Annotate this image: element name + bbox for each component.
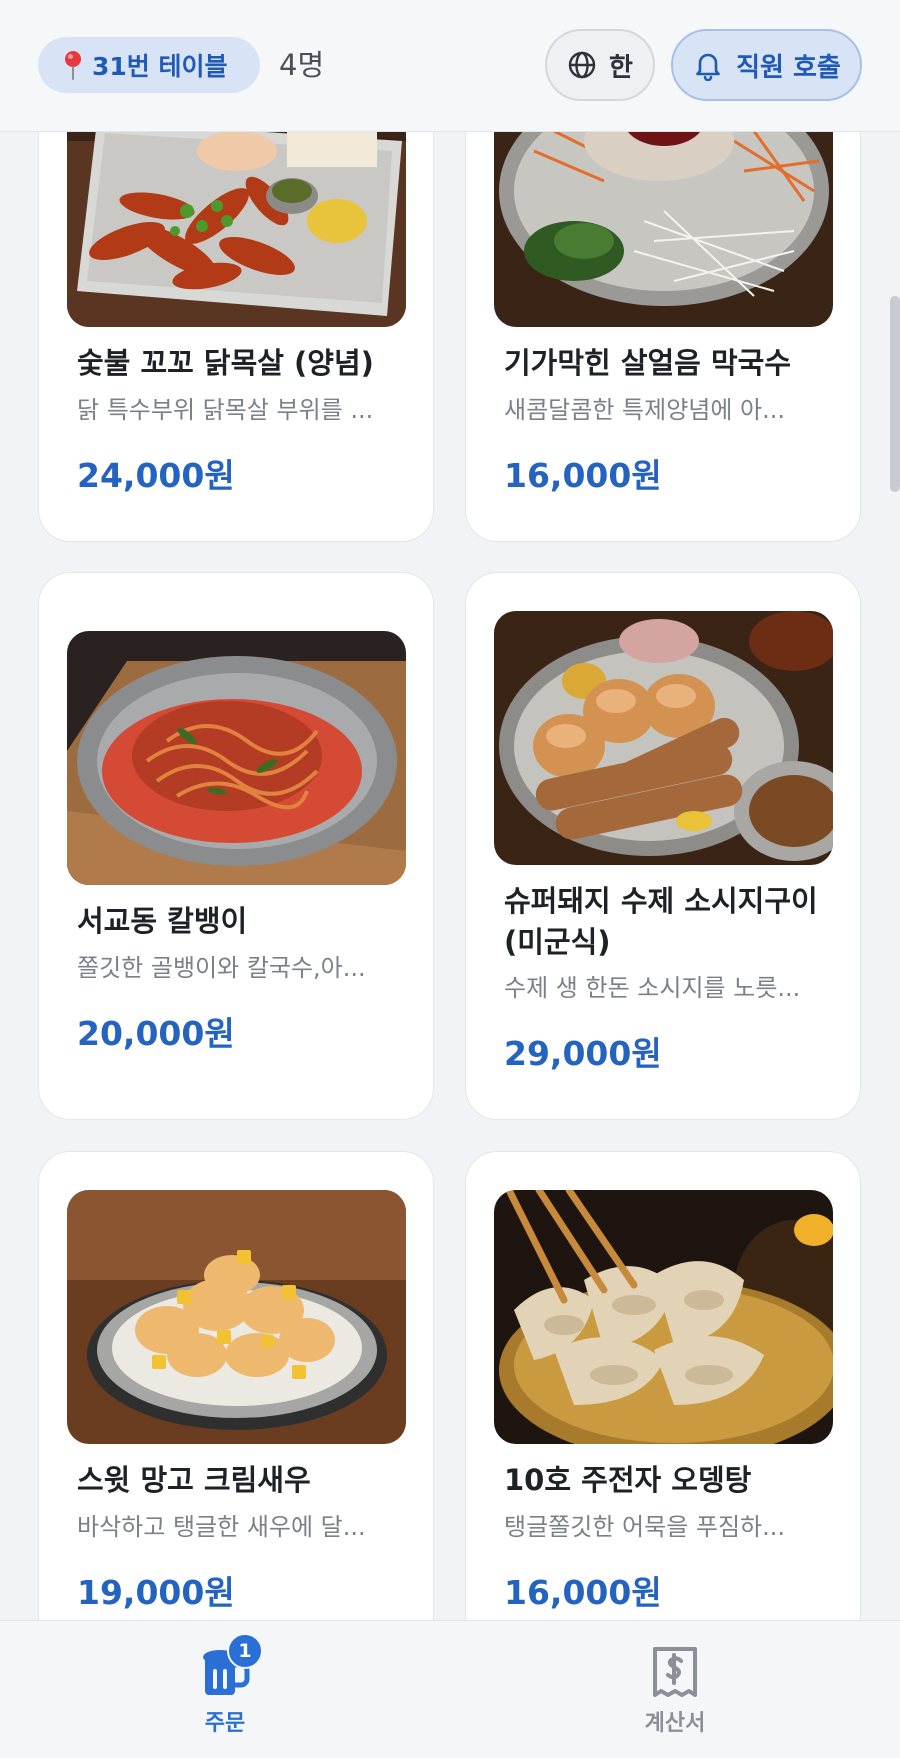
order-icon-wrap: 1 <box>195 1633 263 1701</box>
menu-item-name: 서교동 칼뱅이 <box>77 904 248 938</box>
menu-item-name: 기가막힌 살얼음 막국수 <box>504 346 791 380</box>
receipt-icon <box>653 1647 697 1697</box>
menu-item-description: 쫄깃한 골뱅이와 칼국수,아... <box>77 954 366 982</box>
language-label: 한 <box>609 52 633 83</box>
top-header: 31번 테이블 4명 한 직원 호출 <box>0 0 900 132</box>
menu-card[interactable]: 숯불 꼬꼬 닭목살 (양념) 닭 특수부위 닭목살 부위를 ... 24,000… <box>38 80 434 542</box>
menu-item-image <box>494 611 833 865</box>
menu-item-price: 20,000원 <box>77 1014 235 1053</box>
menu-item-price: 16,000원 <box>504 1573 662 1612</box>
menu-item-image <box>494 1190 833 1444</box>
bill-icon-wrap <box>645 1641 705 1701</box>
menu-card[interactable]: 서교동 칼뱅이 쫄깃한 골뱅이와 칼국수,아... 20,000원 <box>38 572 434 1120</box>
guest-count: 4명 <box>279 48 325 82</box>
menu-item-description: 닭 특수부위 닭목살 부위를 ... <box>77 396 374 424</box>
menu-item-description: 탱글쫄깃한 어묵을 푸짐하... <box>504 1513 786 1541</box>
menu-item-name: 슈퍼돼지 수제 소시지구이 (미군식) <box>504 884 818 959</box>
cart-count-badge: 1 <box>227 1633 263 1669</box>
menu-item-image <box>67 1190 406 1444</box>
menu-card[interactable]: 10호 주전자 오뎅탕 탱글쫄깃한 어묵을 푸짐하... 16,000원 <box>465 1151 861 1671</box>
language-button[interactable]: 한 <box>545 29 655 101</box>
menu-card[interactable]: 슈퍼돼지 수제 소시지구이 (미군식) 수제 생 한돈 소시지를 노릇... 2… <box>465 572 861 1120</box>
tab-order[interactable]: 1 주문 <box>0 1621 450 1758</box>
table-number-label: 31번 테이블 <box>92 52 228 81</box>
globe-icon <box>568 51 596 79</box>
menu-item-name: 숯불 꼬꼬 닭목살 (양념) <box>77 346 374 380</box>
call-staff-label: 직원 호출 <box>736 52 841 83</box>
menu-item-price: 19,000원 <box>77 1573 235 1612</box>
menu-card[interactable]: 스윗 망고 크림새우 바삭하고 탱글한 새우에 달... 19,000원 <box>38 1151 434 1671</box>
menu-item-name: 스윗 망고 크림새우 <box>77 1463 311 1497</box>
table-number-chip: 31번 테이블 <box>38 37 260 93</box>
menu-item-image <box>67 631 406 885</box>
bottom-navigation: 1 주문 계산서 <box>0 1620 900 1758</box>
menu-card[interactable]: 기가막힌 살얼음 막국수 새콤달콤한 특제양념에 아... 16,000원 <box>465 80 861 542</box>
menu-item-description: 새콤달콤한 특제양념에 아... <box>504 396 786 424</box>
scrollbar[interactable] <box>890 296 900 492</box>
bell-icon <box>696 53 720 81</box>
tab-bill[interactable]: 계산서 <box>450 1621 900 1758</box>
menu-item-description: 수제 생 한돈 소시지를 노릇... <box>504 974 801 1002</box>
menu-item-price: 16,000원 <box>504 456 662 495</box>
tab-order-label: 주문 <box>204 1711 246 1736</box>
menu-item-price: 24,000원 <box>77 456 235 495</box>
menu-item-price: 29,000원 <box>504 1034 662 1073</box>
menu-item-name: 10호 주전자 오뎅탕 <box>504 1463 752 1497</box>
tab-bill-label: 계산서 <box>644 1711 706 1736</box>
call-staff-button[interactable]: 직원 호출 <box>671 29 862 101</box>
menu-item-description: 바삭하고 탱글한 새우에 달... <box>77 1513 366 1541</box>
pin-icon <box>65 51 81 80</box>
